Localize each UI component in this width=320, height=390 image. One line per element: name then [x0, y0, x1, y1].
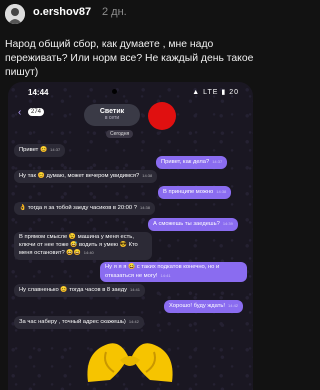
- message-text: Привет, как дела?: [161, 159, 210, 165]
- message-outgoing[interactable]: Хорошо! буду ждать! 14:42: [164, 300, 244, 313]
- message-time: 14:41: [129, 287, 140, 292]
- message-time: 14:41: [160, 272, 171, 278]
- message-time: 14:38: [216, 189, 227, 194]
- message-outgoing[interactable]: Привет, как дела? 14:37: [156, 156, 228, 169]
- post-header: o.ershov87 2 дн.: [0, 0, 260, 34]
- post-text: Народ общий сбор, как думаете , мне надо…: [5, 39, 254, 78]
- message-text: Привет 😊: [19, 147, 48, 153]
- status-bar: 14:44 ▲ LTE ▮ 20: [8, 82, 253, 102]
- message-time: 14:40: [83, 250, 94, 255]
- message-incoming[interactable]: Привет 😊 14:37: [14, 144, 66, 157]
- chat-header: ‹ 274 Светик в сети: [8, 102, 253, 130]
- message-time: 14:39: [222, 221, 233, 226]
- message-outgoing[interactable]: В принципе можно 14:38: [158, 186, 232, 199]
- avatar-image: [5, 4, 25, 24]
- chat-subtitle: в сети: [104, 115, 120, 121]
- heart-hands-sticker: [80, 322, 180, 390]
- username[interactable]: o.ershov87: [33, 6, 91, 18]
- message-text: Ну так 😊 думаю, может вечером увидимся?: [19, 173, 140, 179]
- message-incoming[interactable]: В прямом смысле 😉 машина у меня есть, кл…: [14, 232, 152, 260]
- status-icons: ▲ LTE ▮ 20: [192, 89, 239, 96]
- redacted-avatar: [148, 102, 176, 130]
- post-age: 2 дн.: [102, 6, 127, 18]
- message-text: А сможешь ты заедешь?: [153, 221, 220, 227]
- message-time: 14:42: [228, 303, 239, 308]
- chevron-left-icon[interactable]: ‹: [18, 107, 21, 118]
- message-outgoing[interactable]: А сможешь ты заедешь? 14:39: [148, 218, 238, 231]
- message-text: Хорошо! буду ждать!: [169, 303, 226, 309]
- message-time: 14:38: [139, 205, 150, 210]
- message-text: Ну славненько 😊 тогда часов в 8 заеду: [19, 287, 127, 293]
- message-time: 14:37: [212, 159, 223, 164]
- chat-title: Светик: [99, 108, 125, 115]
- status-time: 14:44: [28, 88, 49, 97]
- heart-hands-icon: [87, 343, 173, 382]
- message-time: 14:38: [142, 173, 153, 178]
- message-text: 👌 тогда я за тобой заеду часиков в 20:00…: [19, 205, 137, 211]
- chat-title-pill[interactable]: Светик в сети: [84, 104, 140, 126]
- message-time: 14:37: [50, 147, 61, 152]
- avatar[interactable]: [5, 4, 25, 24]
- unread-badge: 274: [28, 108, 45, 116]
- message-text: В прямом смысле 😉 машина у меня есть, кл…: [19, 234, 138, 256]
- message-incoming[interactable]: Ну славненько 😊 тогда часов в 8 заеду 14:…: [14, 284, 145, 297]
- message-text: В принципе можно: [163, 189, 214, 195]
- camera-dot: [112, 89, 117, 94]
- message-incoming[interactable]: Ну так 😊 думаю, может вечером увидимся? 1…: [14, 170, 158, 183]
- date-divider: Сегодня: [106, 130, 134, 138]
- message-outgoing[interactable]: Ну я я я 😅 с таких подкатов конечно, но …: [100, 262, 247, 282]
- message-incoming[interactable]: 👌 тогда я за тобой заеду часиков в 20:00…: [14, 202, 155, 215]
